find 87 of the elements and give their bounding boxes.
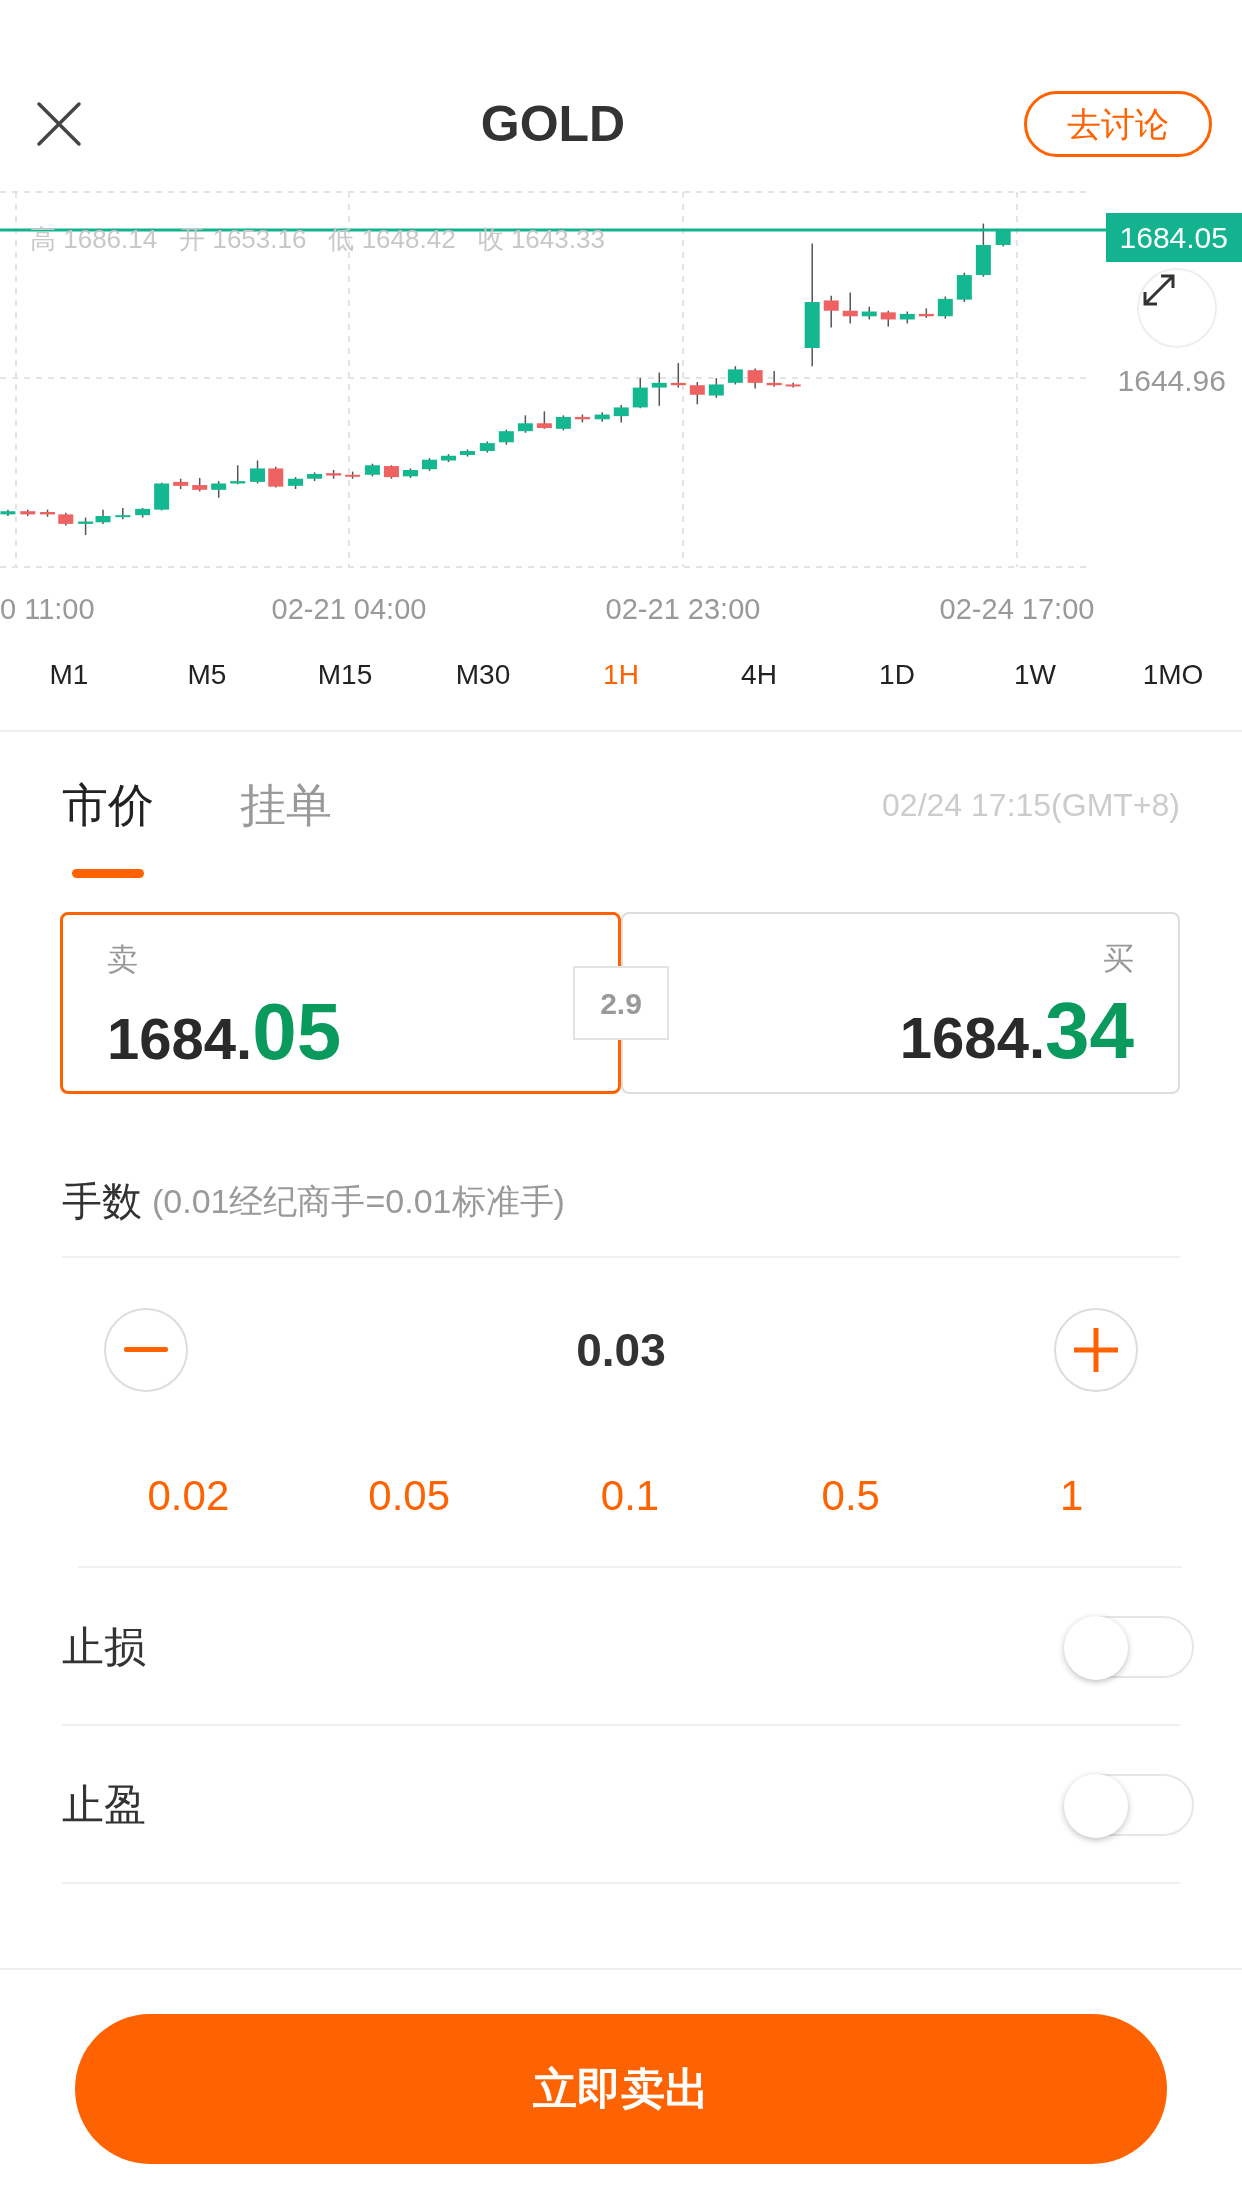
- candlestick: [861, 306, 877, 321]
- candlestick: [192, 477, 208, 493]
- candlestick: [785, 382, 801, 389]
- candlestick: [135, 507, 151, 519]
- ohlc-label: 低 1648.42: [328, 223, 456, 256]
- toggle-label: 止盈: [62, 1779, 146, 1830]
- tab-indicator: [72, 868, 144, 878]
- candlestick: [268, 466, 284, 489]
- candlestick: [307, 471, 323, 482]
- price-axis-label: 1644.96: [1117, 363, 1226, 399]
- timeframe-tab[interactable]: 1MO: [1104, 640, 1242, 710]
- timeframe-tab[interactable]: M30: [414, 640, 552, 710]
- timeframe-tab[interactable]: M15: [276, 640, 414, 710]
- timeframe-tab[interactable]: M5: [138, 640, 276, 710]
- timeframe-tab[interactable]: 1W: [966, 640, 1104, 710]
- time-axis-label: 02-21 23:00: [605, 592, 761, 627]
- close-icon[interactable]: [36, 101, 82, 147]
- candlestick: [747, 367, 763, 390]
- toggle-switch[interactable]: [1066, 1774, 1194, 1836]
- current-price-tag: 1684.05: [1105, 213, 1242, 262]
- candlestick: [0, 508, 16, 517]
- candlestick: [250, 459, 266, 485]
- candlestick: [536, 410, 552, 430]
- candlestick: [479, 440, 495, 454]
- candlestick: [594, 411, 610, 423]
- candlestick: [670, 362, 686, 389]
- ohlc-label: 高 1686.14: [30, 223, 158, 256]
- candlestick: [842, 291, 858, 325]
- candlestick: [326, 469, 342, 480]
- candlestick: [383, 464, 399, 480]
- candlestick: [823, 294, 839, 329]
- candlestick: [173, 478, 189, 490]
- candlestick: [632, 377, 648, 409]
- spread-value: 2.9: [573, 966, 669, 1040]
- lots-label: 手数: [62, 1178, 142, 1225]
- time-axis-label: 02-24 17:00: [939, 592, 1095, 627]
- candlestick: [975, 222, 991, 278]
- candlestick: [880, 310, 896, 328]
- candlestick: [937, 295, 953, 320]
- timeframe-tab[interactable]: 4H: [690, 640, 828, 710]
- candlestick: [766, 370, 782, 388]
- candlestick: [498, 428, 514, 446]
- time-axis-label: 0 11:00: [0, 592, 95, 627]
- plus-icon: [1074, 1328, 1118, 1372]
- candlestick: [689, 381, 705, 405]
- ohlc-label: 收 1643.33: [477, 223, 605, 256]
- minus-icon: [124, 1347, 168, 1353]
- candlestick: [211, 480, 227, 499]
- price-side-label: 买: [1103, 940, 1134, 978]
- timeframe-tab[interactable]: 1D: [828, 640, 966, 710]
- candlestick: [708, 377, 724, 399]
- candlestick: [651, 371, 667, 407]
- candlestick: [441, 453, 456, 463]
- price-side-label: 卖: [107, 941, 139, 979]
- candlestick: [460, 448, 475, 458]
- order-type-tab[interactable]: 市价: [62, 770, 154, 840]
- candlestick: [288, 476, 304, 490]
- candlestick: [230, 464, 246, 486]
- candlestick: [899, 310, 915, 325]
- candlestick: [918, 307, 934, 319]
- page-title: GOLD: [480, 94, 626, 154]
- candlestick: [613, 404, 629, 424]
- candlestick: [422, 457, 437, 472]
- candlestick: [20, 508, 36, 517]
- timeframe-tab[interactable]: M1: [0, 640, 138, 710]
- candlestick: [956, 271, 972, 303]
- candlestick: [78, 516, 94, 536]
- price-value: 1684.34: [899, 990, 1134, 1071]
- candlestick: [574, 413, 590, 424]
- candlestick: [345, 470, 361, 480]
- lots-hint: (0.01经纪商手=0.01标准手): [152, 1180, 565, 1222]
- toggle-switch[interactable]: [1066, 1616, 1194, 1678]
- candlestick: [58, 512, 74, 527]
- toggle-label: 止损: [62, 1621, 146, 1672]
- candlestick: [402, 467, 418, 479]
- ohlc-label: 开 1653.16: [179, 223, 307, 256]
- candlestick: [40, 508, 56, 518]
- candlestick: [95, 508, 111, 525]
- candlestick: [517, 414, 533, 434]
- candlestick: [154, 481, 170, 512]
- lots-value: 0.03: [576, 1322, 666, 1378]
- candlestick: [727, 365, 743, 386]
- candlestick: [364, 462, 380, 478]
- candlestick: [115, 507, 131, 520]
- price-value: 1684.05: [107, 991, 343, 1072]
- time-axis-label: 02-21 04:00: [271, 592, 427, 627]
- candlestick: [555, 414, 571, 432]
